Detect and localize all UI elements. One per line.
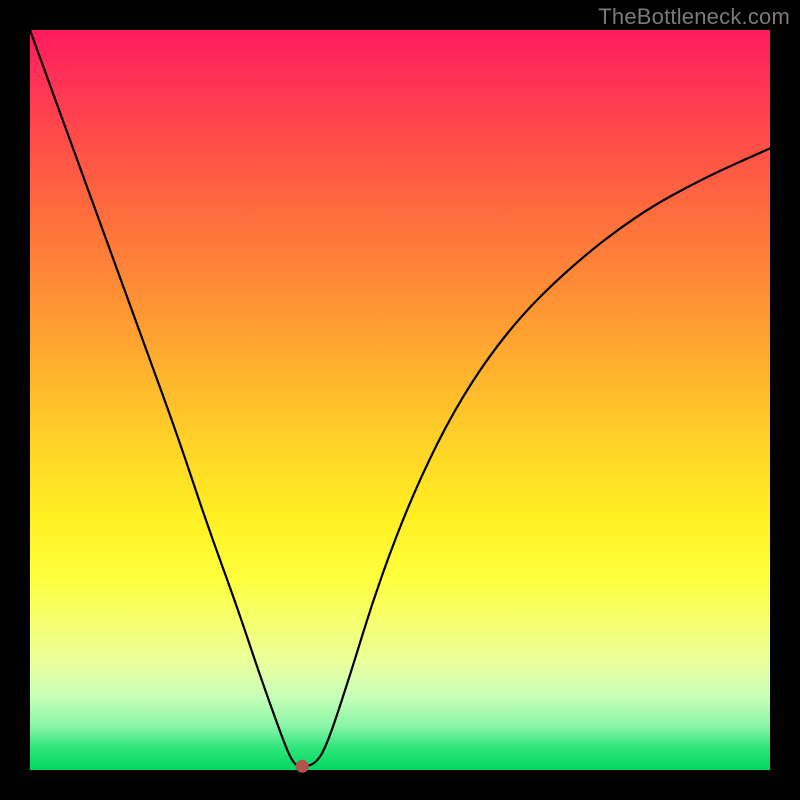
plot-area [30, 30, 770, 770]
bottleneck-curve-svg [30, 30, 770, 770]
bottleneck-curve [30, 30, 770, 766]
watermark-text: TheBottleneck.com [598, 4, 790, 30]
minimum-marker [296, 760, 308, 772]
chart-frame: TheBottleneck.com [0, 0, 800, 800]
